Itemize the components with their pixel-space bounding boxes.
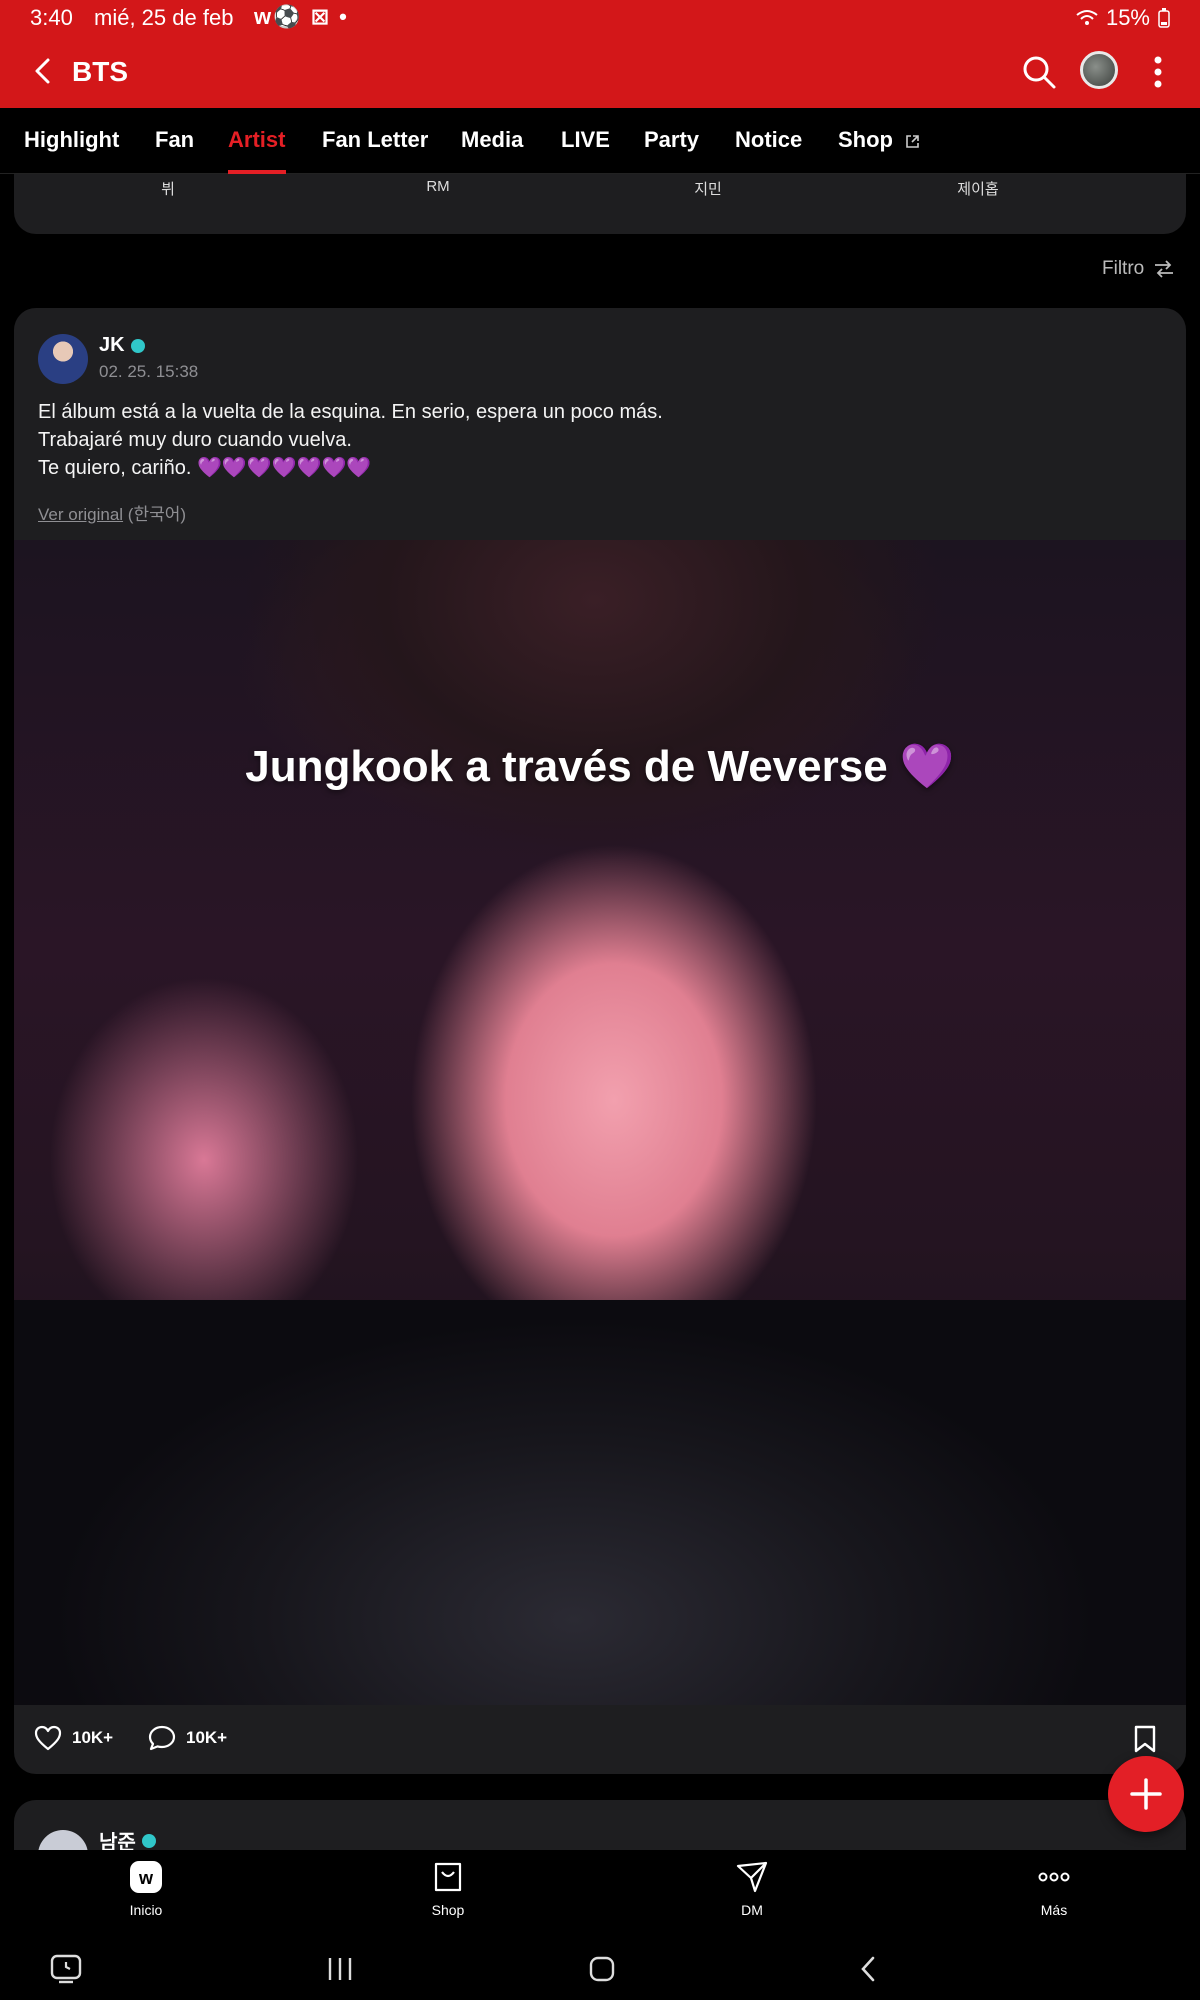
- author-avatar[interactable]: [38, 334, 88, 384]
- nav-shop[interactable]: Shop: [388, 1860, 508, 1918]
- tab-fan-letter[interactable]: Fan Letter: [322, 127, 428, 153]
- member-name[interactable]: RM: [378, 178, 498, 195]
- bookmark-icon[interactable]: [1132, 1725, 1158, 1753]
- back-arrow-icon[interactable]: [26, 54, 60, 88]
- photo-shade: [14, 1300, 1186, 1705]
- home-icon[interactable]: [588, 1954, 616, 1984]
- tab-shop-label: Shop: [838, 127, 893, 152]
- tab-fan[interactable]: Fan: [155, 127, 194, 153]
- post-timestamp: 02. 25. 15:38: [99, 362, 199, 381]
- nav-label: Más: [1040, 1902, 1068, 1918]
- external-link-icon: [906, 134, 919, 148]
- post-photo[interactable]: Jungkook a través de Weverse 💜: [14, 540, 1186, 1705]
- view-original-link[interactable]: Ver original: [38, 505, 123, 524]
- member-name[interactable]: 뷔: [108, 178, 228, 199]
- send-icon: [736, 1861, 768, 1893]
- tab-notice[interactable]: Notice: [735, 127, 802, 153]
- more-vertical-icon[interactable]: [1148, 53, 1168, 91]
- profile-avatar[interactable]: [1080, 51, 1118, 89]
- like-button[interactable]: 10K+: [34, 1725, 113, 1751]
- recent-apps-tray-icon[interactable]: [50, 1954, 82, 1984]
- heart-icon: [34, 1725, 62, 1751]
- photo-caption-overlay: Jungkook a través de Weverse 💜: [245, 742, 955, 791]
- battery-icon: [1158, 8, 1170, 28]
- recents-icon[interactable]: [326, 1954, 354, 1984]
- author-name: JK: [99, 334, 125, 356]
- app-bar: BTS: [0, 36, 1200, 108]
- post-author[interactable]: JK: [99, 334, 145, 357]
- weverse-home-icon: w: [130, 1861, 162, 1893]
- post-actions: 10K+ 10K+: [14, 1705, 1186, 1774]
- nav-label: DM: [741, 1902, 763, 1918]
- tab-live[interactable]: LIVE: [561, 127, 610, 153]
- nav-label: Inicio: [129, 1902, 163, 1918]
- tab-artist[interactable]: Artist: [228, 127, 285, 153]
- system-back-icon[interactable]: [856, 1954, 880, 1984]
- post-line: Te quiero, cariño. 💜💜💜💜💜💜💜: [38, 457, 372, 479]
- tab-party[interactable]: Party: [644, 127, 699, 153]
- shopping-bag-icon: [434, 1862, 462, 1892]
- new-post-button[interactable]: [1108, 1756, 1184, 1832]
- nav-label: Shop: [431, 1902, 465, 1918]
- bottom-navigation: w Inicio Shop DM Más: [0, 1850, 1200, 1940]
- comment-icon: [148, 1725, 176, 1751]
- plus-icon: [1130, 1778, 1162, 1810]
- tab-media[interactable]: Media: [461, 127, 523, 153]
- filter-button[interactable]: Filtro: [1102, 258, 1174, 280]
- artist-post[interactable]: JK 02. 25. 15:38 El álbum está a la vuel…: [14, 308, 1186, 1774]
- sliders-icon: [1155, 260, 1174, 278]
- verified-badge-icon: [141, 1833, 156, 1848]
- tab-shop[interactable]: Shop: [838, 127, 920, 153]
- tab-highlight[interactable]: Highlight: [24, 127, 119, 153]
- status-bar: 3:40 mié, 25 de feb w⚽ ⊠ • 15%: [0, 0, 1200, 36]
- nav-home[interactable]: w Inicio: [86, 1860, 206, 1918]
- notification-icons: w⚽ ⊠ •: [254, 4, 349, 29]
- like-count: 10K+: [72, 1728, 114, 1747]
- photo-shade: [244, 540, 944, 900]
- page-title: BTS: [72, 56, 128, 87]
- battery-percent: 15%: [1105, 5, 1150, 30]
- original-language: (한국어): [127, 505, 187, 524]
- status-right: 15%: [1076, 5, 1170, 31]
- nav-dm[interactable]: DM: [692, 1860, 812, 1918]
- comment-button[interactable]: 10K+: [148, 1725, 227, 1751]
- community-tabs: Highlight Fan Artist Fan Letter Media LI…: [0, 108, 1200, 174]
- top-bar: 3:40 mié, 25 de feb w⚽ ⊠ • 15% BTS: [0, 0, 1200, 108]
- translation-toggle: Ver original (한국어): [38, 500, 186, 525]
- status-time: 3:40: [30, 5, 73, 30]
- member-name[interactable]: 지민: [648, 178, 768, 199]
- system-navigation: [0, 1940, 1200, 2000]
- post-line: Trabajaré muy duro cuando vuelva.: [38, 429, 352, 451]
- post-line: El álbum está a la vuelta de la esquina.…: [38, 401, 663, 423]
- verified-badge-icon: [130, 338, 145, 353]
- status-date: mié, 25 de feb: [94, 5, 234, 30]
- more-dots-icon: [1038, 1872, 1070, 1882]
- nav-more[interactable]: Más: [994, 1860, 1114, 1918]
- members-card: 뷔 RM 지민 제이홉: [14, 174, 1186, 234]
- filter-label: Filtro: [1102, 258, 1145, 279]
- post-body: El álbum está a la vuelta de la esquina.…: [38, 398, 663, 482]
- comment-count: 10K+: [186, 1728, 228, 1747]
- search-icon[interactable]: [1020, 53, 1058, 91]
- wifi-icon: [1076, 10, 1098, 25]
- svg-text:w: w: [138, 1868, 154, 1888]
- member-name[interactable]: 제이홉: [918, 178, 1038, 199]
